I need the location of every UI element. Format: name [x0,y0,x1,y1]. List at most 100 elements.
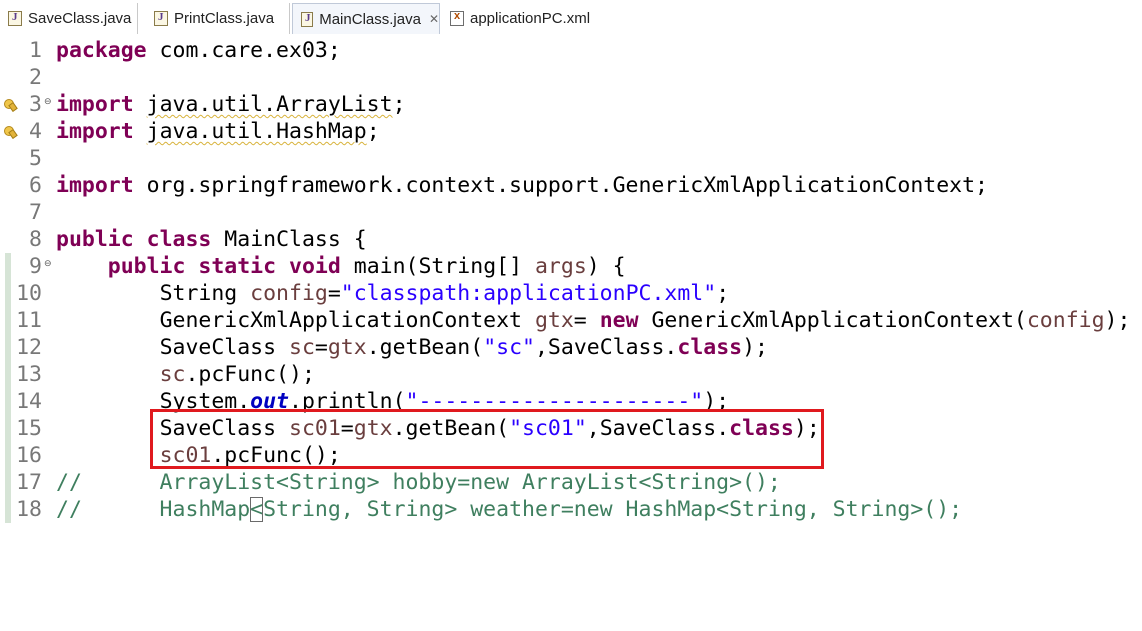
code-token: SaveClass [159,416,290,441]
code-line: 17 // ArrayList<String> hobby=new ArrayL… [0,469,1142,496]
code-line: 12 SaveClass sc=gtx.getBean("sc",SaveCla… [0,334,1142,361]
string-token: "sc01" [509,416,587,441]
line-number: 17 [16,470,42,495]
line-number: 12 [16,335,42,360]
code-token: ); [742,335,768,360]
variable-token: config [250,281,328,306]
line-number: 4 [29,119,42,144]
string-token: "classpath:applicationPC.xml" [340,281,717,306]
static-field-token: out [250,389,290,414]
variable-token: gtx [353,416,393,441]
code-token: ,SaveClass. [586,416,730,441]
code-line: 14 System.out.println("-----------------… [0,388,1142,415]
tab-label: applicationPC.xml [470,10,591,27]
string-token: "---------------------" [405,389,704,414]
comment-token: // ArrayList<String> hobby=new ArrayList… [56,470,781,495]
code-line: 6 import org.springframework.context.sup… [0,172,1142,199]
line-number: 7 [29,200,42,225]
code-token: .println( [289,389,406,414]
code-token: .pcFunc(); [211,443,341,468]
code-text: System.out.println("--------------------… [56,388,730,415]
line-number: 1 [29,38,42,63]
variable-token: sc01 [289,416,341,441]
code-text: String config="classpath:applicationPC.x… [56,280,730,307]
line-number: 3 [29,92,42,117]
code-token: org.springframework.context.support.Gene… [133,173,988,198]
code-line: 2 [0,64,1142,91]
keyword: import [56,119,134,144]
fold-toggle-icon[interactable]: ⊖ [44,260,52,269]
variable-token: sc [159,362,186,387]
line-number: 5 [29,146,42,171]
code-line: 13 sc.pcFunc(); [0,361,1142,388]
variable-token: args [534,254,587,279]
line-number: 11 [16,308,42,333]
code-text: import org.springframework.context.suppo… [56,172,988,199]
code-token: MainClass { [211,227,367,252]
keyword: class [729,416,794,441]
code-editor[interactable]: 1 package com.care.ex03; 2 3 ⊖ import ja… [0,36,1142,529]
code-line: 11 GenericXmlApplicationContext gtx= new… [0,307,1142,334]
code-line: 18 // HashMap<String, String> weather=ne… [0,496,1142,523]
variable-token: sc [289,335,315,360]
fold-toggle-icon[interactable]: ⊖ [44,98,52,107]
comment-token: // HashMap [56,497,251,522]
code-token: ,SaveClass. [534,335,678,360]
code-text: GenericXmlApplicationContext gtx= new Ge… [56,307,1131,334]
variable-token: sc01 [159,443,212,468]
tab-applicationpc-xml[interactable]: applicationPC.xml [442,3,602,34]
code-line: 15 SaveClass sc01=gtx.getBean("sc01",Sav… [0,415,1142,442]
warning-underline-token: java.util.HashMap [146,119,367,144]
code-token: GenericXmlApplicationContext( [638,308,1027,333]
code-token: SaveClass [159,335,290,360]
code-token: System. [159,389,251,414]
keyword: class [146,227,212,252]
code-token: .getBean( [392,416,510,441]
tab-printclass-java[interactable]: PrintClass.java [146,3,290,34]
keyword: static [198,254,277,279]
code-line: 5 [0,145,1142,172]
code-line: 9 ⊖ public static void main(String[] arg… [0,253,1142,280]
code-text: SaveClass sc=gtx.getBean("sc",SaveClass.… [56,334,768,361]
code-line: 10 String config="classpath:applicationP… [0,280,1142,307]
line-number: 8 [29,227,42,252]
code-text: sc.pcFunc(); [56,361,315,388]
tab-label: PrintClass.java [174,10,275,27]
line-number: 10 [16,281,42,306]
tab-saveclass-java[interactable]: SaveClass.java [0,3,138,34]
editor-tab-bar: SaveClass.java PrintClass.java MainClass… [0,0,1142,37]
code-line: 4 import java.util.HashMap; [0,118,1142,145]
code-line: 1 package com.care.ex03; [0,37,1142,64]
code-text: // HashMap<String, String> weather=new H… [56,496,962,523]
java-file-icon [8,11,22,26]
keyword: new [599,308,639,333]
line-number: 6 [29,173,42,198]
code-token: .pcFunc(); [185,362,315,387]
line-number: 14 [16,389,42,414]
code-token: main(String[] [340,254,535,279]
code-token: = [573,308,600,333]
line-number: 13 [16,362,42,387]
code-text: public class MainClass { [56,226,367,253]
code-token: ); [703,389,730,414]
code-line: 8 public class MainClass { [0,226,1142,253]
string-token: "sc" [483,335,535,360]
code-text: import java.util.ArrayList; [56,92,406,117]
tab-mainclass-java[interactable]: MainClass.java ✕ [292,3,440,34]
code-text: import java.util.HashMap; [56,119,380,144]
keyword: public [107,254,186,279]
comment-token: String, String> weather=new HashMap<Stri… [263,497,963,522]
java-file-icon [301,11,314,27]
line-number: 2 [29,65,42,90]
code-line: 3 ⊖ import java.util.ArrayList; [0,91,1142,118]
tab-label: SaveClass.java [28,10,132,27]
line-number: 18 [16,497,42,522]
keyword: package [56,38,147,63]
variable-token: gtx [534,308,574,333]
keyword: import [56,173,134,198]
code-text: SaveClass sc01=gtx.getBean("sc01",SaveCl… [56,415,820,442]
code-token: com.care.ex03; [146,38,341,63]
close-tab-icon[interactable]: ✕ [429,12,439,26]
code-token: .getBean( [366,335,484,360]
code-text: package com.care.ex03; [56,37,341,64]
